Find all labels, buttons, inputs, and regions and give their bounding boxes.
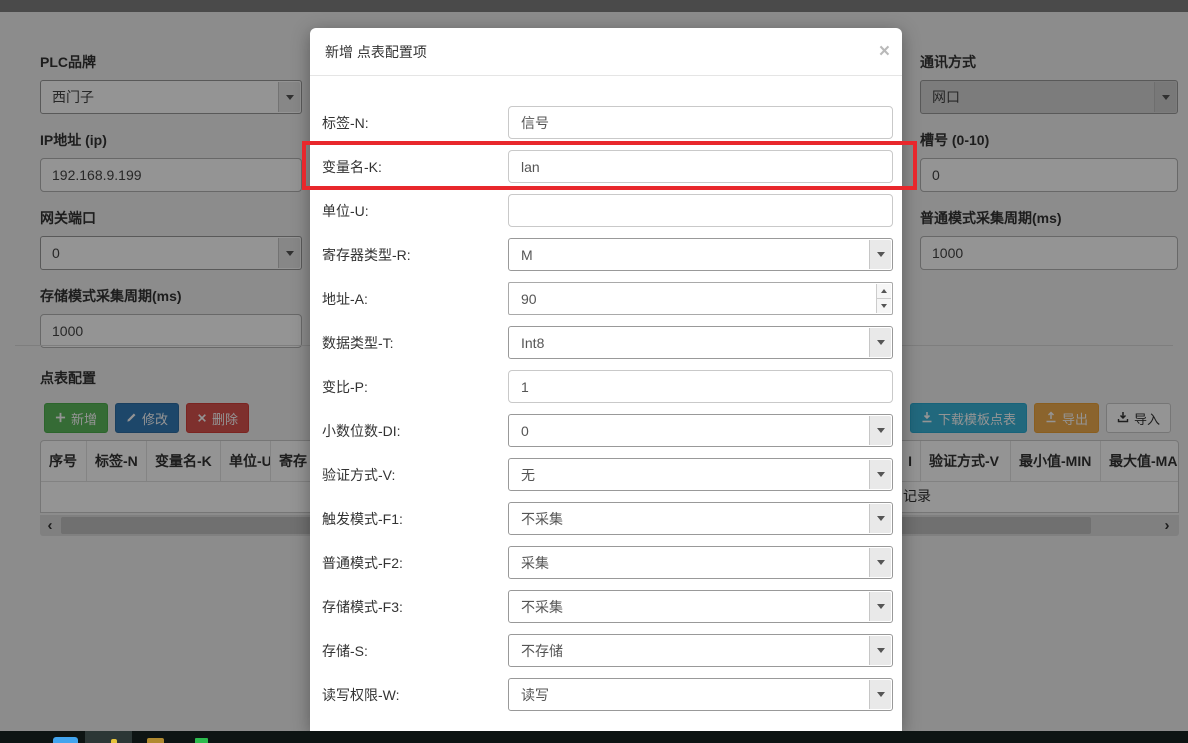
modal-field-trigger-mode-f1: 触发模式-F1: 不采集 bbox=[322, 502, 893, 535]
modal-header: 新增 点表配置项 × bbox=[310, 28, 902, 76]
modal-field-rw-permission: 读写权限-W: 读写 bbox=[322, 678, 893, 711]
modal-field-ratio-input[interactable]: 1 bbox=[508, 370, 893, 403]
close-icon[interactable]: × bbox=[879, 42, 890, 61]
chevron-down-icon bbox=[869, 592, 891, 621]
taskbar-icon-yellow[interactable] bbox=[111, 739, 117, 743]
modal-field-data-type-label: 数据类型-T: bbox=[322, 333, 508, 353]
modal-field-tag: 标签-N: 信号 bbox=[322, 106, 893, 139]
modal-field-trigger-mode-f1-select[interactable]: 不采集 bbox=[508, 502, 893, 535]
modal-field-verify-mode-label: 验证方式-V: bbox=[322, 465, 508, 485]
chevron-down-icon bbox=[869, 328, 891, 357]
modal-field-decimals-select[interactable]: 0 bbox=[508, 414, 893, 447]
modal-field-normal-mode-f2: 普通模式-F2: 采集 bbox=[322, 546, 893, 579]
modal-field-rw-permission-select[interactable]: 读写 bbox=[508, 678, 893, 711]
modal-title: 新增 点表配置项 bbox=[325, 42, 427, 62]
number-spinner[interactable] bbox=[876, 284, 891, 313]
taskbar-icon-green[interactable] bbox=[195, 738, 208, 743]
modal-field-address: 地址-A: 90 bbox=[322, 282, 893, 315]
chevron-down-icon bbox=[869, 416, 891, 445]
modal-field-trigger-mode-f1-label: 触发模式-F1: bbox=[322, 509, 508, 529]
browser-top-strip bbox=[0, 0, 1188, 12]
modal-field-storage-s: 存储-S: 不存储 bbox=[322, 634, 893, 667]
modal-field-unit-input[interactable] bbox=[508, 194, 893, 227]
taskbar-active-app[interactable] bbox=[85, 731, 132, 743]
modal-field-var-name-label: 变量名-K: bbox=[322, 157, 508, 177]
modal-field-verify-mode: 验证方式-V: 无 bbox=[322, 458, 893, 491]
modal-field-ratio-label: 变比-P: bbox=[322, 377, 508, 397]
modal-field-normal-mode-f2-label: 普通模式-F2: bbox=[322, 553, 508, 573]
modal-field-normal-mode-f2-select[interactable]: 采集 bbox=[508, 546, 893, 579]
modal-field-tag-label: 标签-N: bbox=[322, 113, 508, 133]
modal-field-data-type-select[interactable]: Int8 bbox=[508, 326, 893, 359]
modal-field-storage-s-label: 存储-S: bbox=[322, 641, 508, 661]
modal-field-register-type: 寄存器类型-R: M bbox=[322, 238, 893, 271]
modal-field-rw-permission-label: 读写权限-W: bbox=[322, 685, 508, 705]
modal-field-decimals: 小数位数-DI: 0 bbox=[322, 414, 893, 447]
modal-body: 标签-N: 信号 变量名-K: lan 单位-U: 寄存器类型-R: M bbox=[310, 76, 902, 711]
modal-field-address-label: 地址-A: bbox=[322, 289, 508, 309]
chevron-down-icon bbox=[869, 240, 891, 269]
taskbar-icon-gold[interactable] bbox=[147, 738, 164, 743]
windows-taskbar[interactable] bbox=[0, 731, 1188, 743]
modal-field-address-number-input[interactable]: 90 bbox=[508, 282, 893, 315]
modal-field-var-name-input[interactable]: lan bbox=[508, 150, 893, 183]
chevron-down-icon bbox=[869, 460, 891, 489]
chevron-down-icon bbox=[869, 680, 891, 709]
spinner-up-icon bbox=[877, 284, 891, 299]
modal-field-data-type: 数据类型-T: Int8 bbox=[322, 326, 893, 359]
chevron-down-icon bbox=[869, 548, 891, 577]
taskbar-icon-blue[interactable] bbox=[53, 737, 78, 743]
spinner-down-icon bbox=[877, 299, 891, 313]
modal-field-unit-label: 单位-U: bbox=[322, 201, 508, 221]
add-point-config-modal: 新增 点表配置项 × 标签-N: 信号 变量名-K: lan 单位-U: 寄存器… bbox=[310, 28, 902, 731]
chevron-down-icon bbox=[869, 636, 891, 665]
modal-field-register-type-label: 寄存器类型-R: bbox=[322, 245, 508, 265]
screen: PLC品牌 西门子 IP地址 (ip) 192.168.9.199 网关端口 0… bbox=[0, 0, 1188, 743]
modal-field-var-name: 变量名-K: lan bbox=[322, 150, 893, 183]
modal-field-tag-input[interactable]: 信号 bbox=[508, 106, 893, 139]
modal-field-storage-s-select[interactable]: 不存储 bbox=[508, 634, 893, 667]
modal-field-decimals-label: 小数位数-DI: bbox=[322, 421, 508, 441]
modal-field-register-type-select[interactable]: M bbox=[508, 238, 893, 271]
chevron-down-icon bbox=[869, 504, 891, 533]
modal-field-storage-mode-f3: 存储模式-F3: 不采集 bbox=[322, 590, 893, 623]
modal-field-ratio: 变比-P: 1 bbox=[322, 370, 893, 403]
modal-field-unit: 单位-U: bbox=[322, 194, 893, 227]
modal-field-storage-mode-f3-select[interactable]: 不采集 bbox=[508, 590, 893, 623]
modal-field-storage-mode-f3-label: 存储模式-F3: bbox=[322, 597, 508, 617]
modal-field-verify-mode-select[interactable]: 无 bbox=[508, 458, 893, 491]
